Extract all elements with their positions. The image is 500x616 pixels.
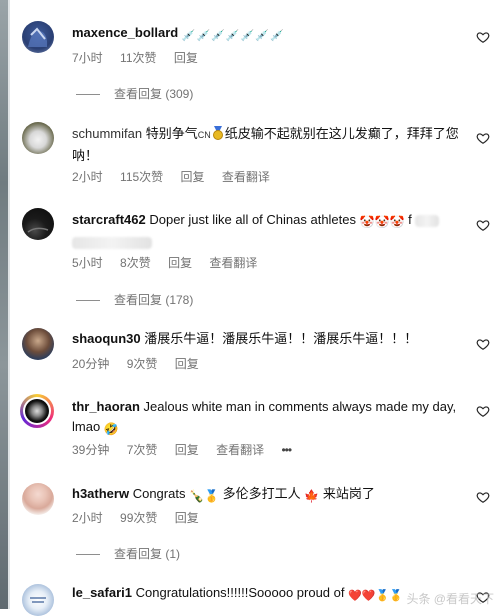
comment-text: Doper just like all of Chinas athletes (149, 212, 357, 227)
view-replies-label[interactable]: 查看回复 (309) (114, 87, 193, 101)
timestamp: 2小时 (72, 170, 103, 184)
champagne-medal-emoji: 🍾🥇 (189, 489, 219, 503)
heart-icon[interactable] (476, 337, 490, 351)
likes-count[interactable]: 99次赞 (120, 511, 157, 525)
username[interactable]: starcraft462 (72, 212, 146, 227)
syringe-emoji-row: 💉💉💉💉💉💉💉 (181, 30, 285, 42)
timestamp: 2小时 (72, 511, 103, 525)
likes-count[interactable]: 115次赞 (120, 170, 163, 184)
likes-count[interactable]: 7次赞 (127, 443, 158, 457)
comment-text: 特别争气 (145, 126, 198, 141)
username[interactable]: le_safari1 (72, 585, 132, 600)
comment-trailing: f (408, 212, 412, 227)
flag-cn: CN (197, 130, 211, 140)
maple-leaf-emoji: 🍁 (304, 489, 320, 503)
likes-count[interactable]: 8次赞 (120, 256, 151, 270)
username[interactable]: shaoqun30 (72, 331, 141, 346)
username[interactable]: h3atherw (72, 486, 129, 501)
view-replies-button[interactable]: 查看回复 (309) (76, 85, 193, 102)
watermark: 头条 @看看天下 (406, 592, 494, 606)
timestamp: 39分钟 (72, 443, 110, 457)
username[interactable]: thr_haoran (72, 399, 140, 414)
reply-button[interactable]: 回复 (181, 170, 205, 184)
timestamp: 20分钟 (72, 357, 110, 371)
comment-text: Congratulations!!!!!!Sooooo proud of (135, 585, 345, 600)
likes-count[interactable]: 11次赞 (120, 51, 156, 65)
avatar[interactable] (22, 208, 54, 240)
medal-icon (211, 126, 225, 146)
timestamp: 5小时 (72, 256, 103, 270)
divider (76, 300, 100, 302)
timestamp: 7小时 (72, 51, 103, 65)
avatar[interactable] (22, 328, 54, 360)
comment-item: starcraft462 Doper just like all of Chin… (0, 200, 500, 315)
comment-item: thr_haoran Jealous white man in comments… (0, 388, 500, 468)
comment-text-continued: 多伦多打工人 (222, 486, 301, 501)
more-options-icon[interactable]: ••• (281, 443, 292, 457)
heart-icon[interactable] (476, 404, 490, 418)
reply-button[interactable]: 回复 (168, 256, 192, 270)
avatar[interactable] (22, 483, 54, 515)
translate-button[interactable]: 查看翻译 (209, 256, 257, 270)
view-replies-label[interactable]: 查看回复 (1) (114, 547, 180, 561)
likes-count[interactable]: 9次赞 (127, 357, 158, 371)
username[interactable]: maxence_bollard (72, 25, 178, 40)
comment-item: maxence_bollard 💉💉💉💉💉💉💉 7小时 11次赞 回复 查看回复… (0, 0, 500, 110)
laughing-emoji: 🤣 (103, 422, 119, 436)
comment-text-end: 来站岗了 (322, 486, 375, 501)
divider (76, 554, 100, 556)
comment-text: Congrats (132, 486, 186, 501)
avatar[interactable] (22, 21, 54, 53)
avatar[interactable] (20, 394, 54, 428)
clown-emoji-row: 🤡🤡🤡 (359, 215, 405, 229)
heart-medal-emoji-row: ❤️❤️🥇🥇 (348, 590, 403, 602)
translate-button[interactable]: 查看翻译 (216, 443, 264, 457)
avatar[interactable] (22, 122, 54, 154)
view-replies-button[interactable]: 查看回复 (1) (76, 545, 180, 562)
heart-icon[interactable] (476, 218, 490, 232)
comment-item: h3atherw Congrats 🍾🥇 多伦多打工人 🍁 来站岗了 2小时 9… (0, 475, 500, 570)
reply-button[interactable]: 回复 (175, 443, 199, 457)
view-replies-label[interactable]: 查看回复 (178) (114, 293, 193, 307)
blurred-text (72, 236, 152, 249)
reply-button[interactable]: 回复 (175, 511, 199, 525)
avatar[interactable] (22, 584, 54, 616)
comment-item: schummifan 特别争气CN 纸皮输不起就别在这儿发癫了，拜拜了您呐！ 2… (0, 110, 500, 200)
comment-text: 潘展乐牛逼！潘展乐牛逼！！潘展乐牛逼！！！ (144, 331, 418, 346)
heart-icon[interactable] (476, 131, 490, 145)
blurred-text (415, 214, 440, 227)
reply-button[interactable]: 回复 (174, 51, 198, 65)
username[interactable]: schummifan (72, 126, 142, 141)
reply-button[interactable]: 回复 (175, 357, 199, 371)
heart-icon[interactable] (476, 30, 490, 44)
heart-icon[interactable] (476, 490, 490, 504)
translate-button[interactable]: 查看翻译 (222, 170, 270, 184)
comment-item: shaoqun30 潘展乐牛逼！潘展乐牛逼！！潘展乐牛逼！！！ 20分钟 9次赞… (0, 318, 500, 388)
divider (76, 94, 100, 96)
view-replies-button[interactable]: 查看回复 (178) (76, 291, 193, 308)
